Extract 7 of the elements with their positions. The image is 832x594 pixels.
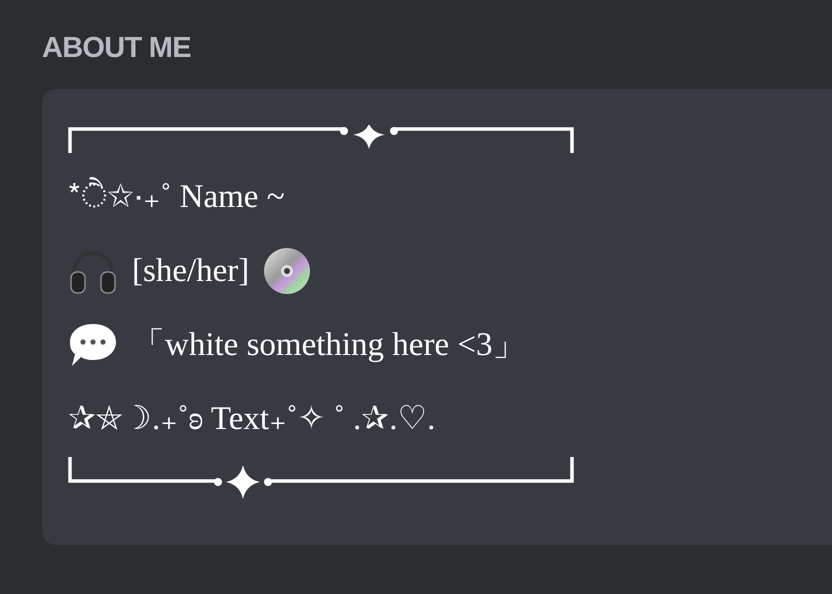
section-heading: ABOUT ME [42, 34, 191, 63]
bio-line: [she/her] [132, 254, 250, 288]
headphones-icon [68, 248, 118, 294]
speech-bubble-icon [68, 322, 118, 368]
disc-icon [263, 247, 312, 295]
bio-line: 「white something here <3」 [132, 328, 526, 362]
bio-line: ✰⛤☽.₊˚ʚ Text₊˚✧ ˚ .✰.♡. [68, 402, 436, 436]
